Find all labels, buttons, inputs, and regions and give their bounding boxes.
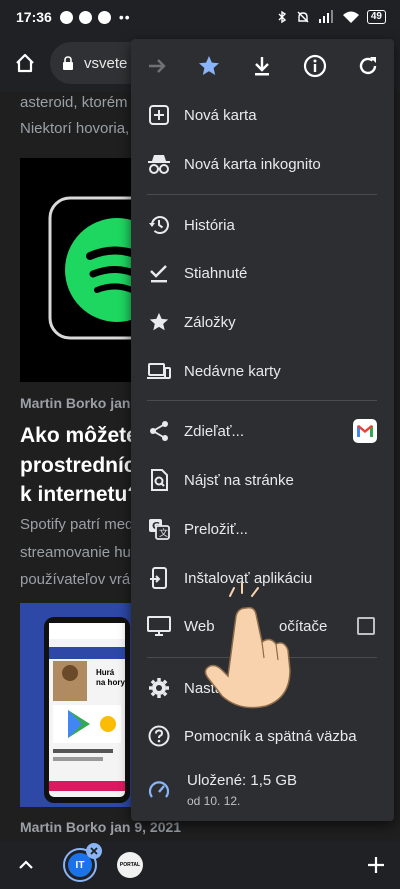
vpn-status-icon bbox=[97, 10, 111, 24]
bookmark-star-button[interactable] bbox=[196, 53, 222, 79]
menu-item-label: Preložiť... bbox=[184, 520, 248, 538]
menu-item-downloads[interactable]: Stiahnuté bbox=[131, 249, 394, 297]
page-info-button[interactable] bbox=[302, 53, 328, 79]
data-saved-subtitle: od 10. 12. bbox=[187, 794, 241, 808]
menu-item-label: História bbox=[184, 216, 235, 234]
menu-item-label: Stiahnuté bbox=[184, 264, 248, 282]
menu-item-label: Zdieľať... bbox=[184, 422, 245, 440]
menu-item-incognito[interactable]: Nová karta inkognito bbox=[131, 140, 394, 188]
article-snippet-line: Spotify patrí med bbox=[20, 516, 134, 533]
chevron-up-icon[interactable] bbox=[16, 855, 36, 875]
chrome-status-icon bbox=[78, 10, 92, 24]
url-text: vsvete bbox=[84, 54, 128, 72]
tab-button[interactable]: PORTAL bbox=[117, 852, 143, 878]
gmail-icon[interactable] bbox=[353, 419, 377, 443]
article-title-line[interactable]: Ako môžete bbox=[20, 424, 138, 448]
status-time: 17:36 bbox=[16, 9, 52, 25]
wifi-icon bbox=[342, 11, 359, 23]
bluetooth-icon bbox=[278, 10, 286, 24]
phone-image-caption: Hurá bbox=[96, 668, 115, 677]
spotify-status-icon bbox=[59, 10, 73, 24]
menu-item-label: Nedávne karty bbox=[184, 362, 281, 380]
status-bar: 17:36 •• 49 bbox=[0, 0, 400, 34]
install-app-icon bbox=[147, 566, 171, 590]
desktop-icon bbox=[147, 614, 171, 638]
star-filled-icon bbox=[199, 56, 219, 75]
share-icon bbox=[147, 419, 171, 443]
menu-item-share[interactable]: Zdieľať... bbox=[131, 407, 394, 455]
menu-item-recent-tabs[interactable]: Nedávne karty bbox=[131, 347, 394, 395]
pointing-hand-icon bbox=[204, 582, 291, 709]
forward-button[interactable] bbox=[144, 53, 170, 79]
menu-item-label: Záložky bbox=[184, 313, 236, 331]
help-icon bbox=[147, 724, 171, 748]
find-in-page-icon bbox=[147, 468, 171, 492]
article-snippet-line: streamovanie hu bbox=[20, 544, 131, 561]
menu-item-data-saved[interactable]: Uložené: 1,5 GB od 10. 12. bbox=[131, 766, 394, 814]
translate-icon: G文 bbox=[147, 517, 171, 541]
signal-icon bbox=[318, 10, 333, 23]
menu-divider bbox=[147, 194, 377, 195]
menu-item-bookmarks[interactable]: Záložky bbox=[131, 298, 394, 346]
menu-item-label: Nájsť na stránke bbox=[184, 471, 294, 489]
new-tab-icon bbox=[147, 103, 171, 127]
menu-item-label: Pomocník a spätná väzba bbox=[184, 727, 357, 745]
more-notifications-icon: •• bbox=[118, 9, 131, 25]
article-author: Martin Borko jan bbox=[20, 395, 131, 411]
article-title-line[interactable]: k internetu? bbox=[20, 483, 140, 507]
forward-arrow-icon bbox=[149, 59, 166, 73]
menu-toolbar bbox=[131, 39, 394, 93]
bottom-toolbar: IT PORTAL bbox=[0, 841, 400, 889]
downloads-icon bbox=[147, 261, 171, 285]
tab-favicon: PORTAL bbox=[119, 862, 141, 868]
article-snippet-line: používateľov vrá bbox=[20, 571, 131, 588]
incognito-icon bbox=[147, 152, 171, 176]
recent-tabs-icon bbox=[147, 359, 171, 383]
alarm-off-icon bbox=[297, 11, 309, 23]
menu-item-label: Nová karta inkognito bbox=[184, 155, 321, 173]
article-text-line: Niektorí hovoria, bbox=[20, 120, 130, 137]
info-icon bbox=[303, 54, 327, 78]
svg-text:文: 文 bbox=[159, 527, 168, 539]
article-title-line[interactable]: prostrednícť bbox=[20, 454, 146, 478]
article-text-line: asteroid, ktorém bbox=[20, 94, 128, 111]
history-icon bbox=[147, 213, 171, 237]
menu-item-find-in-page[interactable]: Nájsť na stránke bbox=[131, 456, 394, 504]
menu-item-help-feedback[interactable]: Pomocník a spätná väzba bbox=[131, 712, 394, 760]
menu-item-new-tab[interactable]: Nová karta bbox=[131, 91, 394, 139]
menu-divider bbox=[147, 400, 377, 401]
reload-button[interactable] bbox=[355, 53, 381, 79]
reload-icon bbox=[359, 57, 377, 75]
speedometer-icon bbox=[147, 778, 171, 802]
battery-icon: 49 bbox=[366, 10, 386, 24]
menu-item-translate[interactable]: G文 Preložiť... bbox=[131, 505, 394, 553]
close-tab-icon[interactable] bbox=[86, 843, 102, 859]
add-tab-icon[interactable] bbox=[366, 855, 386, 875]
download-icon bbox=[255, 57, 269, 76]
download-button[interactable] bbox=[249, 53, 275, 79]
menu-item-history[interactable]: História bbox=[131, 201, 394, 249]
article-author: Martin Borko jan 9, 2021 bbox=[20, 819, 182, 835]
settings-icon bbox=[147, 676, 171, 700]
lock-icon bbox=[63, 56, 73, 70]
menu-item-label: Nová karta bbox=[184, 106, 257, 124]
home-icon[interactable] bbox=[14, 52, 36, 74]
desktop-site-checkbox[interactable] bbox=[357, 617, 375, 635]
phone-image-caption: na hory bbox=[96, 678, 125, 687]
data-saved-title: Uložené: 1,5 GB bbox=[187, 772, 298, 789]
status-right: 49 bbox=[275, 10, 386, 24]
bookmarks-icon bbox=[147, 310, 171, 334]
